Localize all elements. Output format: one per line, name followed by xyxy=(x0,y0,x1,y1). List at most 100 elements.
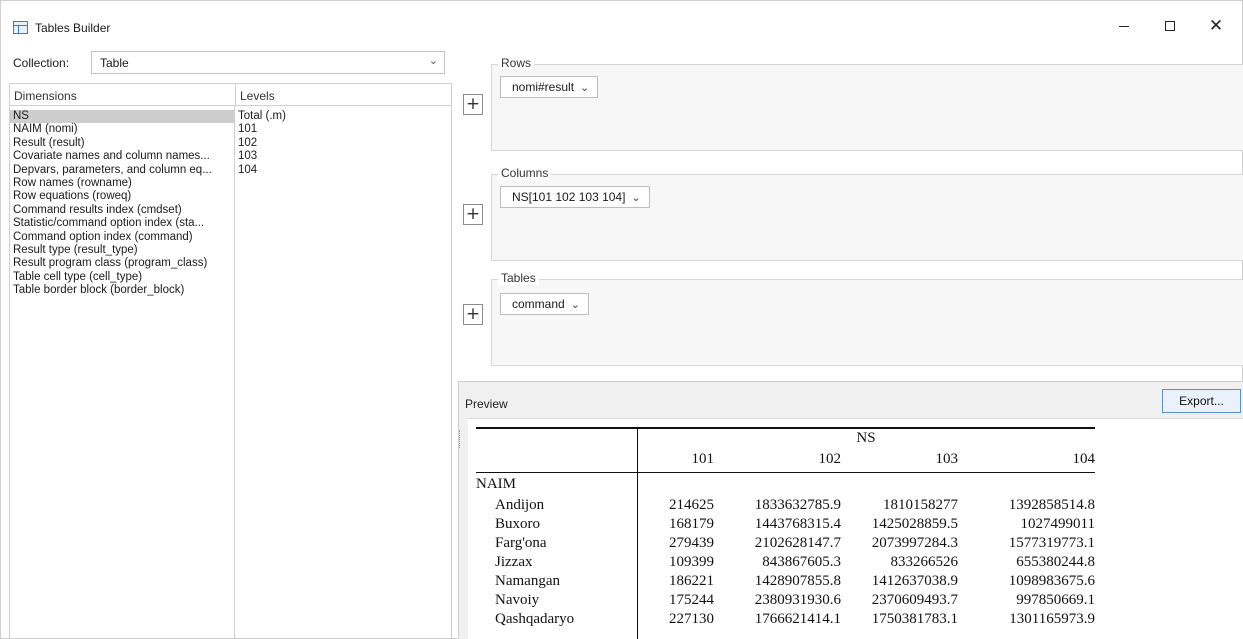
row-chip[interactable]: nomi#result ⌄ xyxy=(500,76,599,98)
collection-dropdown[interactable]: Table ⌄ xyxy=(91,51,445,74)
table-cell: 1301165973.9 xyxy=(1009,611,1095,627)
column-chip[interactable]: NS[101 102 103 104] ⌄ xyxy=(500,186,650,208)
dimension-item[interactable]: Command results index (cmdset) xyxy=(10,204,234,217)
table-cell: 2102628147.7 xyxy=(754,535,841,551)
dimension-item[interactable]: Depvars, parameters, and column eq... xyxy=(10,164,234,177)
add-table-button[interactable]: + xyxy=(463,304,483,325)
table-cell: 168179 xyxy=(669,516,714,532)
table-row: Jizzax 109399 843867605.3 833266526 6553… xyxy=(476,554,1095,573)
table-row: Qashqadaryo 227130 1766621414.1 17503817… xyxy=(476,611,1095,630)
table-app-icon xyxy=(13,21,28,34)
table-super-header: NS xyxy=(856,430,876,446)
level-item[interactable]: 101 xyxy=(235,123,451,136)
columns-label: Columns xyxy=(498,166,552,180)
table-cell: 655380244.8 xyxy=(1016,554,1095,570)
table-top-rule xyxy=(476,427,1095,429)
collection-row: Collection: Table ⌄ xyxy=(1,49,454,77)
dimension-item[interactable]: NS xyxy=(10,110,234,124)
table-column-header: 102 xyxy=(818,451,842,467)
chevron-down-icon: ⌄ xyxy=(428,55,438,67)
table-cell: 1810158277 xyxy=(883,497,958,513)
dimensions-header-label: Dimensions xyxy=(14,89,77,103)
dimension-item[interactable]: Command option index (command) xyxy=(10,231,234,244)
table-cell: 1098983675.6 xyxy=(1008,573,1095,589)
table-row: Navoiy 175244 2380931930.6 2370609493.7 … xyxy=(476,592,1095,611)
dimension-item[interactable]: Result type (result_type) xyxy=(10,244,234,257)
dimension-item[interactable]: NAIM (nomi) xyxy=(10,123,234,136)
table-cell: 833266526 xyxy=(890,554,959,570)
table-row: Buxoro 168179 1443768315.4 1425028859.5 … xyxy=(476,516,1095,535)
rows-drop-zone[interactable]: Rows nomi#result ⌄ xyxy=(491,56,1243,151)
table-row-label: Andijon xyxy=(495,497,545,513)
levels-list: Total (.m) 101 102 103 104 xyxy=(235,106,452,639)
dimension-item[interactable]: Result program class (program_class) xyxy=(10,257,234,270)
minimize-icon xyxy=(1119,25,1129,27)
table-row-label: Namangan xyxy=(495,573,560,589)
levels-header[interactable]: Levels xyxy=(235,83,452,106)
table-cell: 279439 xyxy=(669,535,714,551)
table-cell: 2370609493.7 xyxy=(871,592,958,608)
tables-builder-window: Tables Builder ✕ Collection: Table ⌄ Dim… xyxy=(0,0,1243,639)
table-cell: 1425028859.5 xyxy=(871,516,958,532)
table-cell: 1428907855.8 xyxy=(754,573,841,589)
columns-drop-zone[interactable]: Columns NS[101 102 103 104] ⌄ xyxy=(491,166,1243,261)
level-item[interactable]: 102 xyxy=(235,137,451,150)
collection-value: Table xyxy=(100,56,129,70)
level-item[interactable]: 104 xyxy=(235,164,451,177)
table-row: Andijon 214625 1833632785.9 1810158277 1… xyxy=(476,497,1095,516)
tables-label: Tables xyxy=(498,271,539,285)
rows-label: Rows xyxy=(498,56,535,70)
table-row-label: Buxoro xyxy=(495,516,540,532)
dimension-item[interactable]: Statistic/command option index (sta... xyxy=(10,217,234,230)
table-row-label: Jizzax xyxy=(495,554,533,570)
splitter-grip-icon[interactable] xyxy=(459,430,462,448)
table-row: Namangan 186221 1428907855.8 1412637038.… xyxy=(476,573,1095,592)
table-row-label: Navoiy xyxy=(495,592,540,608)
dimension-item[interactable]: Table border block (border_block) xyxy=(10,284,234,297)
row-chip-label: nomi#result xyxy=(512,80,575,94)
column-chip-label: NS[101 102 103 104] xyxy=(512,190,626,204)
tables-drop-zone[interactable]: Tables command ⌄ xyxy=(491,271,1243,366)
level-item[interactable]: Total (.m) xyxy=(235,110,451,123)
dimension-item[interactable]: Table cell type (cell_type) xyxy=(10,271,234,284)
table-group-label: NAIM xyxy=(476,476,516,492)
table-cell: 1833632785.9 xyxy=(754,497,841,513)
collection-label: Collection: xyxy=(13,56,70,70)
table-cell: 175244 xyxy=(669,592,714,608)
chevron-down-icon: ⌄ xyxy=(631,192,641,204)
level-item[interactable]: 103 xyxy=(235,150,451,163)
add-column-button[interactable]: + xyxy=(463,204,483,225)
table-cell: 214625 xyxy=(669,497,714,513)
close-icon: ✕ xyxy=(1208,15,1224,36)
table-column-header: 103 xyxy=(935,451,959,467)
preview-label: Preview xyxy=(465,397,508,411)
add-row-button[interactable]: + xyxy=(463,94,483,115)
table-cell: 2380931930.6 xyxy=(754,592,841,608)
export-button[interactable]: Export... xyxy=(1162,389,1241,413)
table-cell: 997850669.1 xyxy=(1016,592,1095,608)
table-cell: 1750381783.1 xyxy=(871,611,958,627)
maximize-button[interactable] xyxy=(1147,11,1193,41)
chevron-down-icon: ⌄ xyxy=(570,299,580,311)
maximize-icon xyxy=(1165,21,1175,31)
table-column-header: 104 xyxy=(1072,451,1096,467)
table-chip[interactable]: command ⌄ xyxy=(500,293,589,315)
dimension-item[interactable]: Covariate names and column names... xyxy=(10,150,234,163)
dimensions-header[interactable]: Dimensions xyxy=(9,83,235,106)
table-cell: 843867605.3 xyxy=(762,554,841,570)
dimension-item[interactable]: Row names (rowname) xyxy=(10,177,234,190)
close-button[interactable]: ✕ xyxy=(1193,11,1239,41)
table-header-rule xyxy=(476,472,1095,473)
title-bar: Tables Builder ✕ xyxy=(1,1,1242,41)
dimension-item[interactable]: Row equations (roweq) xyxy=(10,190,234,203)
table-cell: 1412637038.9 xyxy=(871,573,958,589)
table-cell: 1027499011 xyxy=(1020,516,1095,532)
table-cell: 2073997284.3 xyxy=(871,535,958,551)
dimension-item[interactable]: Result (result) xyxy=(10,137,234,150)
table-cell: 186221 xyxy=(669,573,714,589)
levels-header-label: Levels xyxy=(240,89,275,103)
window-title: Tables Builder xyxy=(35,21,111,35)
table-cell: 1766621414.1 xyxy=(754,611,841,627)
chevron-down-icon: ⌄ xyxy=(580,82,590,94)
minimize-button[interactable] xyxy=(1101,11,1147,41)
